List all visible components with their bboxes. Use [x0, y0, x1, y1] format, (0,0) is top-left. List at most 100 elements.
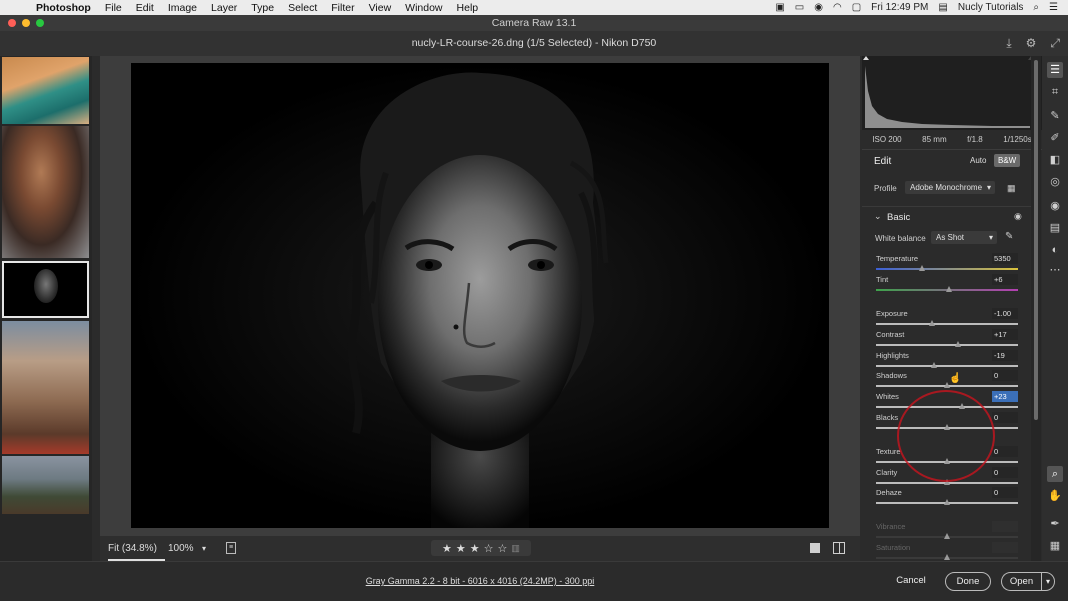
airplay-icon[interactable]: ▭	[795, 2, 804, 13]
display-icon[interactable]: ▢	[852, 2, 861, 13]
slider-thumb[interactable]	[954, 341, 961, 347]
profile-dropdown[interactable]: Adobe Monochrome ▾	[905, 181, 995, 194]
menu-help[interactable]: Help	[457, 2, 479, 14]
star-1-icon[interactable]: ★	[442, 542, 452, 555]
menu-select[interactable]: Select	[288, 2, 317, 14]
menu-filter[interactable]: Filter	[331, 2, 354, 14]
zoom-window-button[interactable]	[36, 19, 44, 27]
zoom-100-button[interactable]: 100%	[168, 536, 194, 561]
clock-text[interactable]: Fri 12:49 PM	[871, 2, 928, 13]
grid-overlay-icon[interactable]: ▦	[1047, 538, 1063, 554]
app-menu[interactable]: Photoshop	[36, 2, 91, 14]
slider-value-field[interactable]: +6	[992, 274, 1018, 285]
slider-value-field[interactable]: -19	[992, 350, 1018, 361]
panel-scrollbar[interactable]	[1031, 56, 1041, 561]
slider-tint[interactable]: Tint +6	[874, 274, 1018, 295]
creative-cloud-icon[interactable]: ◉	[814, 2, 823, 13]
star-3-icon[interactable]: ★	[470, 542, 480, 555]
slider-value-field[interactable]: 0	[992, 370, 1018, 381]
auto-button[interactable]: Auto	[966, 154, 990, 167]
wifi-icon[interactable]: ◠	[833, 2, 842, 13]
slider-track[interactable]	[876, 323, 1018, 325]
close-window-button[interactable]	[8, 19, 16, 27]
cancel-button[interactable]: Cancel	[888, 572, 934, 591]
zoom-tool-icon[interactable]: ⌕	[1047, 466, 1063, 482]
menu-type[interactable]: Type	[251, 2, 274, 14]
white-balance-dropdown[interactable]: As Shot ▾	[931, 231, 997, 244]
slider-exposure[interactable]: Exposure -1.00	[874, 308, 1018, 329]
menu-image[interactable]: Image	[168, 2, 197, 14]
control-center-icon[interactable]: ☰	[1049, 2, 1058, 13]
slider-value-field[interactable]	[992, 521, 1018, 532]
filmstrip-thumb-aerial-beach[interactable]	[2, 57, 89, 124]
slider-value-field[interactable]: 5350	[992, 253, 1018, 264]
crop-icon[interactable]: ⌗	[1047, 84, 1063, 100]
profile-browser-grid-icon[interactable]: ▦	[1007, 183, 1016, 194]
slider-highlights[interactable]: Highlights -19	[874, 350, 1018, 371]
save-image-icon[interactable]: ⤓	[1006, 31, 1011, 56]
user-name[interactable]: Nucly Tutorials	[958, 2, 1024, 13]
settings-gear-icon[interactable]: ⚙	[1026, 31, 1037, 56]
slider-saturation[interactable]: Saturation	[874, 542, 1018, 563]
slider-thumb[interactable]	[943, 554, 950, 560]
star-rating[interactable]: ★ ★ ★ ☆ ☆ ▥	[431, 540, 531, 556]
filmstrip-thumb-building[interactable]	[2, 321, 89, 454]
slider-contrast[interactable]: Contrast +17	[874, 329, 1018, 350]
slider-track[interactable]	[876, 268, 1018, 270]
slider-value-field[interactable]: 0	[992, 487, 1018, 498]
slider-thumb[interactable]	[930, 362, 937, 368]
image-canvas[interactable]	[100, 56, 860, 536]
zoom-dropdown-chevron-icon[interactable]: ▾	[202, 536, 206, 561]
slider-value-field[interactable]	[992, 542, 1018, 553]
slider-thumb[interactable]	[929, 320, 936, 326]
filmstrip-thumb-portrait-curtain[interactable]	[2, 126, 89, 258]
slider-track[interactable]	[876, 365, 1018, 367]
adjustment-brush-icon[interactable]: ✐	[1047, 130, 1063, 146]
slider-thumb[interactable]	[946, 286, 953, 292]
radial-filter-icon[interactable]: ◎	[1047, 174, 1063, 190]
filmstrip-thumb-landscape[interactable]	[2, 456, 89, 514]
menu-file[interactable]: File	[105, 2, 122, 14]
menu-view[interactable]: View	[369, 2, 392, 14]
star-4-icon[interactable]: ☆	[484, 542, 494, 555]
slider-thumb[interactable]	[943, 499, 950, 505]
healing-brush-icon[interactable]: ✎	[1047, 108, 1063, 124]
trash-icon[interactable]: ▥	[511, 543, 520, 554]
color-sampler-icon[interactable]: ✒	[1047, 516, 1063, 532]
slider-vibrance[interactable]: Vibrance	[874, 521, 1018, 542]
slider-temperature[interactable]: Temperature 5350	[874, 253, 1018, 274]
before-after-split-icon[interactable]	[833, 542, 845, 554]
slider-value-field[interactable]: +17	[992, 329, 1018, 340]
slider-shadows[interactable]: Shadows 0	[874, 370, 1018, 391]
slider-value-field[interactable]: 0	[992, 467, 1018, 478]
slider-value-field[interactable]: -1.00	[992, 308, 1018, 319]
snapshots-icon[interactable]: ▤	[1047, 220, 1063, 236]
slider-value-field[interactable]: +23	[992, 391, 1018, 402]
menu-window[interactable]: Window	[405, 2, 442, 14]
spotlight-search-icon[interactable]: ⌕	[1033, 2, 1039, 13]
visibility-eye-icon[interactable]: ◉	[1014, 211, 1022, 222]
minimize-window-button[interactable]	[22, 19, 30, 27]
hand-tool-icon[interactable]: ✋	[1047, 488, 1063, 504]
graduated-filter-icon[interactable]: ◧	[1047, 152, 1063, 168]
slider-track[interactable]	[876, 344, 1018, 346]
panel-scroll-thumb[interactable]	[1034, 60, 1038, 420]
basic-section-header[interactable]: ⌄ Basic ◉	[862, 206, 1034, 224]
filmstrip-toggle-icon[interactable]: ≡	[226, 542, 236, 554]
star-5-icon[interactable]: ☆	[498, 542, 508, 555]
photo-preview[interactable]	[131, 63, 829, 528]
more-options-icon[interactable]: ⋯	[1047, 262, 1063, 278]
presets-icon[interactable]: ◐	[1047, 242, 1063, 258]
fullscreen-icon[interactable]: ⤢	[1050, 31, 1060, 56]
star-2-icon[interactable]: ★	[456, 542, 466, 555]
open-options-chevron-icon[interactable]: ▾	[1041, 572, 1055, 591]
red-eye-icon[interactable]: ◉	[1047, 198, 1063, 214]
menu-layer[interactable]: Layer	[211, 2, 237, 14]
edit-sliders-icon[interactable]: ☰	[1047, 62, 1063, 78]
bw-button[interactable]: B&W	[994, 154, 1021, 167]
open-button[interactable]: Open	[1001, 572, 1041, 591]
screen-record-icon[interactable]: ▣	[775, 2, 784, 13]
filmstrip-thumb-bw-portrait-selected[interactable]	[2, 261, 89, 318]
slider-thumb[interactable]	[943, 533, 950, 539]
workflow-options-link[interactable]: Gray Gamma 2.2 - 8 bit - 6016 x 4016 (24…	[0, 576, 960, 586]
